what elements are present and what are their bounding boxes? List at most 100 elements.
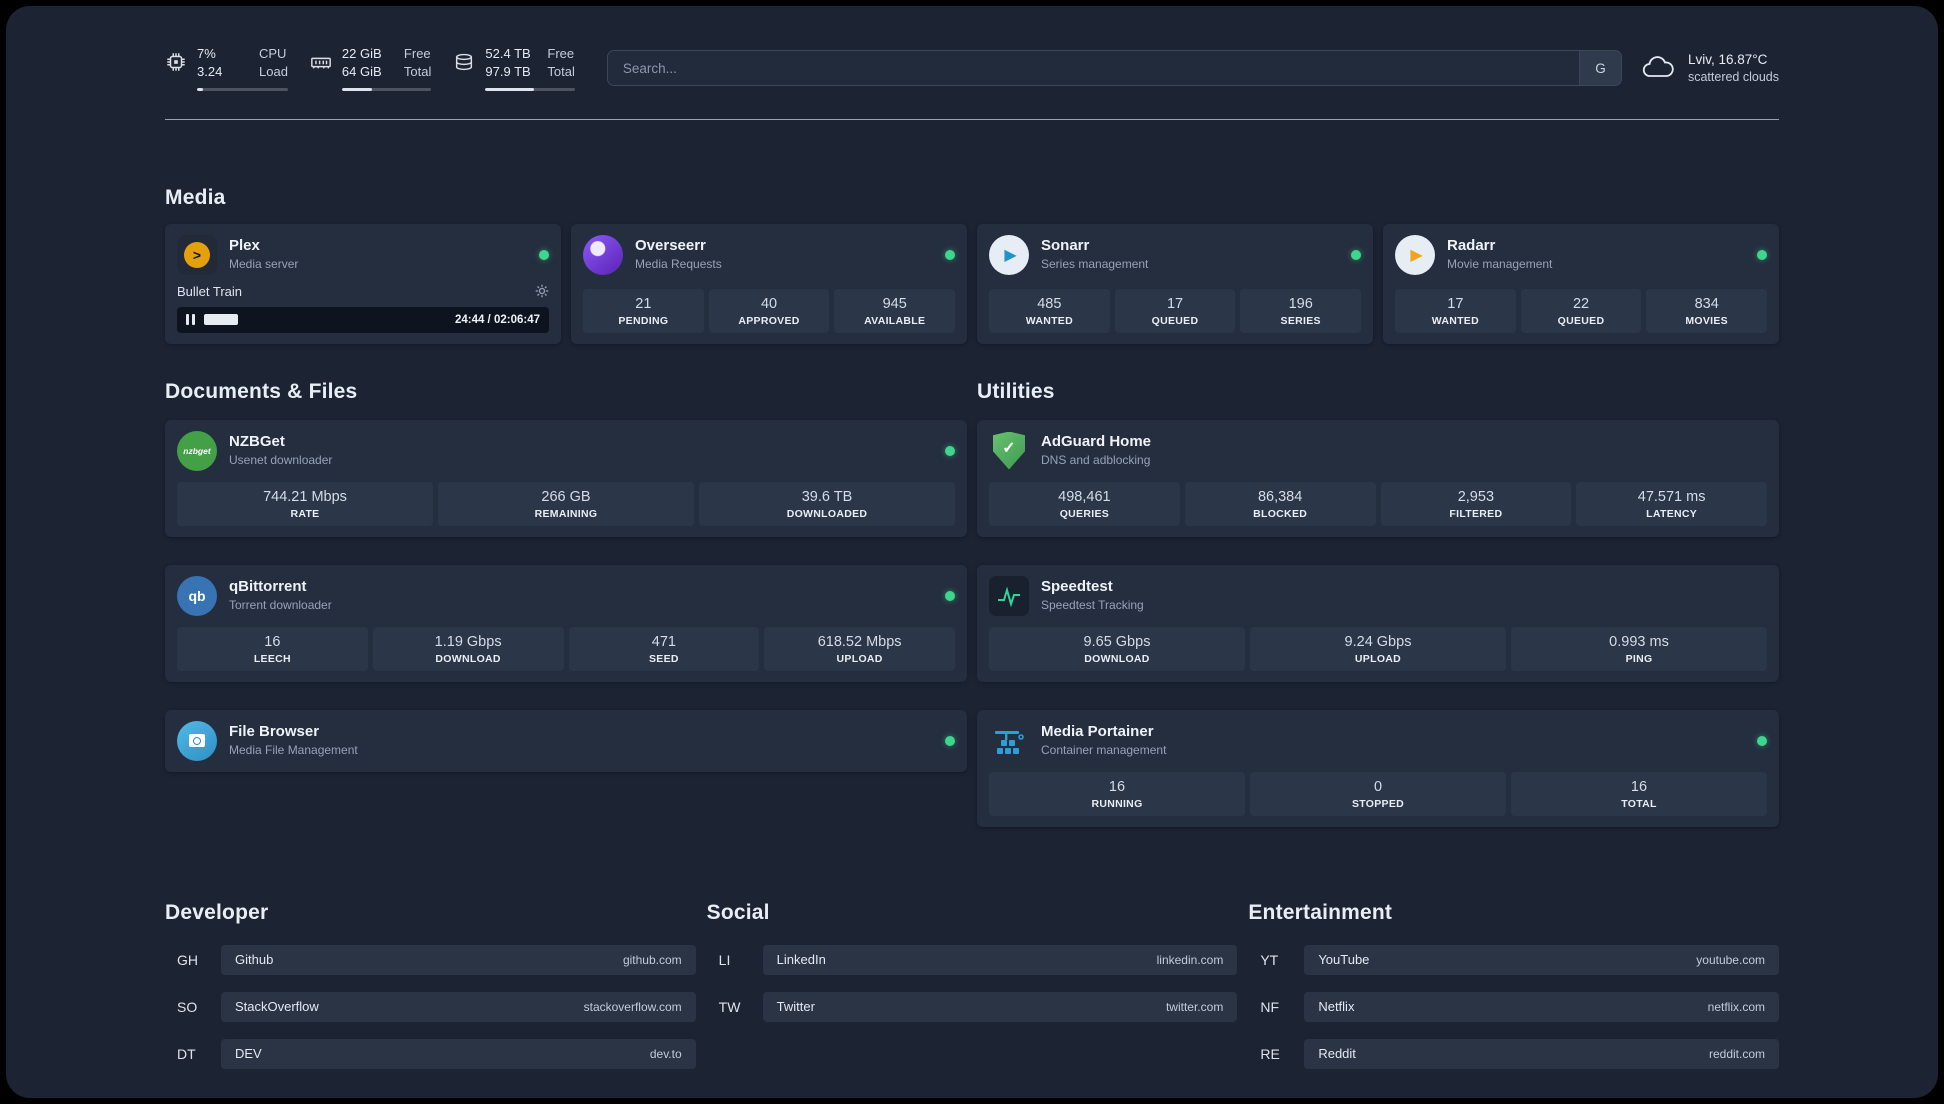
media-player-bar: 24:44 / 02:06:47 (177, 306, 549, 333)
disk-widget: 52.4 TB Free 97.9 TB Total (453, 46, 575, 91)
stat-wanted: 485 WANTED (989, 288, 1110, 333)
bookmark-abbr: YT (1260, 951, 1279, 968)
disk-label-bottom: Total (547, 64, 575, 80)
stat-wanted: 17 WANTED (1395, 288, 1516, 333)
bookmark-netflix[interactable]: NF Netflix netflix.com (1248, 991, 1779, 1022)
bookmark-abbr: SO (177, 998, 198, 1015)
pause-icon[interactable] (186, 314, 195, 325)
bookmark-abbr: RE (1260, 1045, 1280, 1062)
stat-running: 16 RUNNING (989, 771, 1245, 816)
bookmark-abbr: GH (177, 951, 198, 968)
stat-stopped: 0 STOPPED (1250, 771, 1506, 816)
utilities-column: Utilities ✓ AdGuard Home DNS and adblock… (977, 380, 1779, 827)
cloud-icon (1640, 55, 1676, 81)
service-title: AdGuard Home (1041, 432, 1152, 450)
bookmarks-developer: Developer GH Github github.com SO StackO… (165, 901, 696, 1086)
stat-rate: 744.21 Mbps RATE (177, 481, 433, 526)
status-dot (945, 735, 955, 746)
bookmark-url: netflix.com (1707, 999, 1765, 1014)
cpu-load-value: 3.24 (197, 64, 223, 80)
service-subtitle: Series management (1041, 257, 1149, 272)
service-card-qbittorrent[interactable]: qb qBittorrent Torrent downloader 16 LEE… (165, 564, 967, 682)
adguard-icon: ✓ (989, 431, 1029, 471)
bookmark-stackoverflow[interactable]: SO StackOverflow stackoverflow.com (165, 991, 696, 1022)
stat-filtered: 2,953 FILTERED (1380, 481, 1572, 526)
weather-condition: scattered clouds (1687, 69, 1779, 84)
search-engine-button[interactable]: G (1578, 51, 1621, 86)
service-title: NZBGet (229, 432, 285, 450)
service-card-sonarr[interactable]: ▶ Sonarr Series management 485 WANTED 17… (977, 223, 1373, 344)
stat-total: 16 TOTAL (1511, 771, 1767, 816)
topbar-divider (165, 118, 1779, 120)
service-title: Media Portainer (1041, 722, 1154, 740)
service-title: Speedtest (1041, 577, 1113, 595)
bookmark-name: Twitter (776, 999, 815, 1014)
bookmark-url: twitter.com (1165, 999, 1224, 1014)
bookmark-linkedin[interactable]: LI LinkedIn linkedin.com (707, 944, 1238, 975)
status-dot (1351, 249, 1361, 260)
bookmark-name: LinkedIn (776, 952, 826, 967)
bookmarks-social: Social LI LinkedIn linkedin.com TW Twitt… (707, 901, 1238, 1086)
bookmark-url: reddit.com (1708, 1046, 1765, 1061)
stat-downloaded: 39.6 TB DOWNLOADED (699, 481, 955, 526)
memory-usage-bar (341, 87, 432, 91)
section-heading-media: Media (165, 185, 226, 209)
gear-icon[interactable] (535, 284, 549, 298)
service-card-plex[interactable]: > Plex Media server Bullet Train 24:44 /… (165, 223, 561, 344)
bookmark-abbr: DT (177, 1045, 196, 1062)
bookmark-url: linkedin.com (1156, 952, 1224, 967)
dashboard-page: 7% CPU 3.24 Load 22 GiB Free 64 GiB Tota… (0, 0, 1944, 1104)
bookmark-github[interactable]: GH Github github.com (165, 944, 696, 975)
speedtest-icon (989, 575, 1029, 616)
service-title: qBittorrent (229, 577, 307, 595)
bookmark-dev[interactable]: DT DEV dev.to (165, 1038, 696, 1069)
stat-download: 9.65 Gbps DOWNLOAD (989, 626, 1245, 671)
stat-approved: 40 APPROVED (708, 288, 830, 333)
disk-label-top: Free (547, 46, 575, 61)
service-card-filebrowser[interactable]: File Browser Media File Management (165, 709, 967, 772)
status-dot (539, 249, 549, 260)
bookmark-url: dev.to (649, 1046, 682, 1061)
bookmark-abbr: TW (718, 998, 741, 1015)
disk-total-value: 97.9 TB (485, 64, 531, 80)
playback-progress-bar[interactable] (204, 314, 445, 325)
stat-movies: 834 MOVIES (1646, 288, 1768, 333)
service-subtitle: Torrent downloader (229, 598, 332, 613)
service-card-speedtest[interactable]: Speedtest Speedtest Tracking 9.65 Gbps D… (977, 564, 1779, 682)
bookmark-reddit[interactable]: RE Reddit reddit.com (1248, 1038, 1779, 1069)
weather-widget: Lviv, 16.87°C scattered clouds (1640, 51, 1779, 85)
media-grid: > Plex Media server Bullet Train 24:44 /… (165, 223, 1779, 344)
bookmarks-entertainment: Entertainment YT YouTube youtube.com NF … (1248, 901, 1779, 1086)
service-title: Overseerr (635, 236, 706, 254)
disk-icon (453, 51, 475, 73)
memory-total-value: 64 GiB (341, 64, 382, 80)
section-heading-utilities: Utilities (977, 379, 1055, 403)
memory-widget: 22 GiB Free 64 GiB Total (310, 46, 432, 91)
nzbget-icon: nzbget (177, 430, 217, 471)
bookmark-youtube[interactable]: YT YouTube youtube.com (1248, 944, 1779, 975)
section-heading-developer: Developer (165, 900, 269, 924)
portainer-icon (989, 721, 1029, 761)
plex-icon: > (177, 234, 217, 275)
cpu-percent: 7% (197, 46, 216, 61)
service-card-portainer[interactable]: Media Portainer Container management 16 … (977, 709, 1779, 827)
stat-remaining: 266 GB REMAINING (438, 481, 694, 526)
stat-leech: 16 LEECH (177, 626, 368, 671)
bookmark-twitter[interactable]: TW Twitter twitter.com (707, 991, 1238, 1022)
service-card-radarr[interactable]: ▶ Radarr Movie management 17 WANTED 22 Q… (1383, 223, 1779, 344)
dashboard-surface: 7% CPU 3.24 Load 22 GiB Free 64 GiB Tota… (6, 6, 1938, 1098)
stat-upload: 9.24 Gbps UPLOAD (1250, 626, 1506, 671)
service-subtitle: Media File Management (229, 743, 358, 758)
service-title: Sonarr (1041, 236, 1090, 254)
cpu-widget: 7% CPU 3.24 Load (165, 46, 288, 91)
service-card-overseerr[interactable]: Overseerr Media Requests 21 PENDING 40 A… (571, 223, 967, 344)
status-dot (945, 445, 955, 456)
search-input[interactable] (607, 51, 1579, 86)
service-subtitle: Container management (1041, 743, 1167, 758)
cpu-usage-bar (197, 87, 288, 91)
weather-location: Lviv, 16.87°C (1687, 52, 1768, 68)
status-dot (1757, 249, 1767, 260)
service-card-nzbget[interactable]: nzbget NZBGet Usenet downloader 744.21 M… (165, 419, 967, 537)
service-card-adguard[interactable]: ✓ AdGuard Home DNS and adblocking 498,46… (977, 419, 1779, 537)
bookmark-name: Github (235, 952, 274, 967)
